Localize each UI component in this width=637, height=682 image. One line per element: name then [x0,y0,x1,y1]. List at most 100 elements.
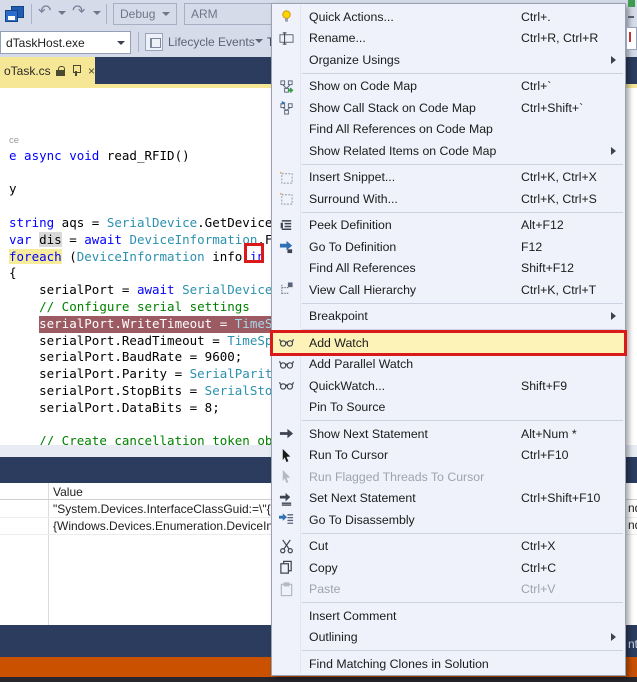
pin-icon[interactable] [71,65,80,76]
menu-item-shortcut: Ctrl+F10 [521,448,569,462]
menu-item-label: QuickWatch... [309,379,385,393]
debug-configuration-combo[interactable]: Debug [113,3,177,25]
close-icon[interactable]: × [88,66,95,76]
toolbar-separator [106,4,107,24]
menu-item-shortcut: Ctrl+` [521,79,551,93]
menu-item-label: Cut [309,539,328,553]
tab-otask-cs[interactable]: oTask.cs × [0,57,95,84]
code-segment: await [84,232,122,247]
menu-item-shortcut: Ctrl+Shift+` [521,101,583,115]
menu-item-find-matching-clones-in-solution[interactable]: Find Matching Clones in Solution [272,653,625,675]
process-combo[interactable]: dTaskHost.exe [0,31,131,54]
code-segment: DeviceInformation [77,249,205,264]
menu-item-label: Paste [309,582,340,596]
lifecycle-events-icon[interactable] [145,33,163,51]
scissors-icon [272,539,300,554]
menu-item-go-to-disassembly[interactable]: Go To Disassembly [272,509,625,531]
menu-item-shortcut: Ctrl+. [521,10,551,24]
watch-row-fragment-1: nd [628,501,637,515]
submenu-arrow-icon [611,56,616,64]
code-segment: SerialParity [190,366,280,381]
code-segment: serialPort.StopBits = [9,383,205,398]
code-segment: { [9,265,17,280]
menu-item-label: View Call Hierarchy [309,283,416,297]
code-segment: // Configure serial settings [39,299,250,314]
menu-item-run-to-cursor[interactable]: Run To Cursor Ctrl+F10 [272,445,625,467]
menu-item-copy[interactable]: CopyCtrl+C [272,557,625,579]
menu-item-shortcut: Ctrl+C [521,561,556,575]
menu-item-find-all-references[interactable]: Find All ReferencesShift+F12 [272,258,625,280]
lightbulb-icon [272,9,300,24]
menu-item-cut[interactable]: CutCtrl+X [272,536,625,558]
code-segment [9,299,39,314]
undo-icon[interactable]: ↶ [38,4,51,20]
menu-item-go-to-definition[interactable]: Go To DefinitionF12 [272,236,625,258]
context-menu-items: Quick Actions... Ctrl+. Rename... Ctrl+R, C… [272,6,625,675]
lifecycle-events-button[interactable]: Lifecycle Events [168,35,255,49]
menu-item-show-call-stack-on-code-map[interactable]: Show Call Stack on Code Map Ctrl+Shift+` [272,97,625,119]
menu-item-label: Insert Snippet... [309,170,395,184]
menu-item-shortcut: F12 [521,240,542,254]
combo-fragment [626,27,637,50]
menu-item-add-parallel-watch[interactable]: Add Parallel Watch [272,354,625,376]
menu-item-label: Quick Actions... [309,10,394,24]
menu-item-label: Run Flagged Threads To Cursor [309,470,484,484]
menu-item-label: Show Call Stack on Code Map [309,101,476,115]
menu-item-label: Pin To Source [309,400,385,414]
glasses-icon [272,378,300,393]
menu-item-shortcut: Shift+F12 [521,261,574,275]
menu-item-quick-actions[interactable]: Quick Actions... Ctrl+. [272,6,625,28]
menu-item-breakpoint[interactable]: Breakpoint [272,306,625,328]
menu-item-surround-with[interactable]: Surround With...Ctrl+K, Ctrl+S [272,188,625,210]
code-segment: await [137,282,175,297]
save-all-icon[interactable] [5,6,25,22]
bottom-edge-strip [0,677,637,682]
lifecycle-dropdown-icon[interactable] [255,39,263,43]
code-segment: serialPort.Parity = [9,366,190,381]
code-segment: dis [39,232,62,247]
code-segment: = [62,232,85,247]
menu-item-show-on-code-map[interactable]: Show on Code MapCtrl+` [272,76,625,98]
menu-item-set-next-statement[interactable]: Set Next StatementCtrl+Shift+F10 [272,488,625,510]
annotation-red-box-di [244,243,264,263]
value-column-header[interactable]: Value [53,485,83,499]
menu-item-peek-definition[interactable]: Peek DefinitionAlt+F12 [272,215,625,237]
menu-item-quickwatch[interactable]: QuickWatch...Shift+F9 [272,375,625,397]
redo-icon[interactable]: ↷ [72,4,85,20]
menu-item-shortcut: Ctrl+R, Ctrl+R [521,31,598,45]
menu-item-find-all-references-on-code-map[interactable]: Find All References on Code Map [272,119,625,141]
menu-item-insert-comment[interactable]: Insert Comment [272,605,625,627]
menu-item-show-related-items-on-code-map[interactable]: Show Related Items on Code Map [272,140,625,162]
menu-item-label: Outlining [309,630,358,644]
code-segment [32,232,40,247]
menu-item-add-watch[interactable]: Add Watch [272,332,625,354]
debug-configuration-label: Debug [120,7,155,21]
menu-item-organize-usings[interactable]: Organize Usings [272,49,625,71]
menu-item-label: Run To Cursor [309,448,388,462]
menu-item-view-call-hierarchy[interactable]: View Call HierarchyCtrl+K, Ctrl+T [272,279,625,301]
platform-combo[interactable]: ARM [184,3,279,25]
menu-item-show-next-statement[interactable]: Show Next StatementAlt+Num * [272,423,625,445]
menu-item-label: Find All References on Code Map [309,122,493,136]
glasses-icon [272,335,300,350]
menu-item-insert-snippet[interactable]: Insert Snippet...Ctrl+K, Ctrl+X [272,167,625,189]
code-segment: serialPort.ReadTimeout = [9,333,227,348]
submenu-arrow-icon [611,633,616,641]
code-segment: aqs = [54,215,107,230]
menu-item-pin-to-source[interactable]: Pin To Source [272,397,625,419]
menu-item-shortcut: Alt+Num * [521,427,577,441]
menu-item-label: Rename... [309,31,366,45]
disassembly-icon [272,512,300,527]
toolbar-separator [31,4,32,24]
bottom-band-text-fragment: nts [628,637,637,651]
run-cursor-icon [272,448,300,463]
menu-item-label: Peek Definition [309,218,392,232]
menu-item-outlining[interactable]: Outlining [272,627,625,649]
code-segment [9,316,39,331]
undo-dropdown-icon[interactable] [58,11,66,15]
menu-item-label: Add Parallel Watch [309,357,413,371]
redo-dropdown-icon[interactable] [93,11,101,15]
toolbar-green-icon-fragment [628,0,635,7]
run-cursor-gray-icon [272,469,300,484]
menu-item-rename[interactable]: Rename... Ctrl+R, Ctrl+R [272,28,625,50]
